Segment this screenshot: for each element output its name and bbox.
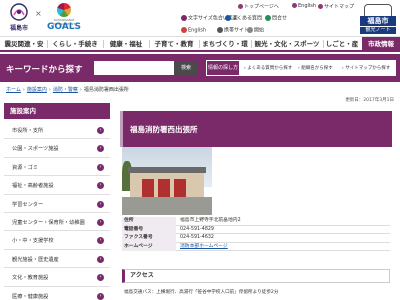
main-content: 福島消防署西出張所 住所 福島市上野寺字北前畠地内2 電話番号 024-591-… <box>120 103 392 300</box>
chevron-right-icon: › <box>97 163 104 171</box>
tourism-banner-sub: 観光ノート <box>360 27 396 34</box>
chevron-right-icon: › <box>97 274 104 282</box>
breadcrumb-fire-police[interactable]: 消防・警察 <box>53 87 78 93</box>
sidebar-item[interactable]: 福祉・高齢者施設 › <box>4 176 110 195</box>
sdgs-goals-text: GOALS <box>47 22 81 32</box>
chevron-right-icon: › <box>97 237 104 245</box>
search-bar: キーワードから探す 検索 情報の探し方 › よくある質問から探す › 組織名から… <box>0 54 400 82</box>
page-title-bar: 福島消防署西出張所 <box>120 111 392 147</box>
table-row: ファクス番号 024-591-4632 <box>122 234 390 243</box>
homepage-link[interactable]: 消防本部ホームページ <box>180 243 228 252</box>
sidebar-item[interactable]: 小・中・支援学校 › <box>4 231 110 250</box>
table-row: 電話番号 024-591-4829 <box>122 225 390 235</box>
search-title: キーワードから探す <box>6 65 83 75</box>
contact-icon <box>265 15 271 21</box>
breadcrumb-facilities[interactable]: 施設案内 <box>27 87 47 93</box>
page-title: 福島消防署西出張所 <box>130 125 198 134</box>
sidebar: 施設案内 市役所・支所 › 公園・スポーツ施設 › 資源・ゴミ › 福祉・高齢者施設 ›… <box>4 103 110 300</box>
chevron-right-icon: › <box>97 292 104 300</box>
sidebar-item[interactable]: 児童センター・保育所・幼稚園 › <box>4 212 110 232</box>
mobile-icon <box>217 27 223 33</box>
city-logo[interactable]: 福島市 <box>4 3 34 33</box>
find-methods-label: 情報の探し方 <box>206 60 240 76</box>
nav-life[interactable]: くらし・手続き <box>48 37 102 51</box>
fire-station-photo <box>122 147 212 215</box>
tool-contact[interactable]: 問合せ <box>265 15 287 22</box>
globe-icon <box>181 27 187 33</box>
access-heading: アクセス <box>122 269 390 283</box>
sdg-wheel-icon <box>57 3 71 17</box>
sidebar-item[interactable]: 文化・教育施設 › <box>4 268 110 287</box>
sdgs-logo: SUSTAINABLE DEVELOPMENT GOALS <box>45 3 83 33</box>
sidebar-item[interactable]: 医療・健康施設 › <box>4 286 110 300</box>
info-key: 住所 <box>122 217 176 226</box>
nav-tourism[interactable]: 観光・文化・スポーツ <box>252 37 322 51</box>
tool-mobile[interactable]: 携帯サイト <box>217 27 249 34</box>
tool-faq[interactable]: よくある質問 <box>225 15 262 22</box>
breadcrumb-current: 福島消防署西出張所 <box>83 87 129 93</box>
tourism-banner-title: 福島市 <box>360 16 396 26</box>
sidebar-list: 市役所・支所 › 公園・スポーツ施設 › 資源・ゴミ › 福祉・高齢者施設 › 学習セン… <box>4 121 110 300</box>
table-row: ホームページ 消防本部ホームページ <box>122 242 390 252</box>
chevron-right-icon: › <box>97 145 104 153</box>
logo-separator: × <box>35 9 42 18</box>
chevron-right-icon: › <box>97 218 104 226</box>
info-value: 024-591-4632 <box>180 235 214 241</box>
nav-children[interactable]: 子育て・教育 <box>150 37 198 51</box>
search-input[interactable] <box>94 61 174 75</box>
city-emblem-icon <box>10 3 28 21</box>
city-name: 福島市 <box>9 25 28 32</box>
speaker-icon <box>247 27 253 33</box>
textsize-icon <box>181 15 187 21</box>
access-text: 福島交通バス：上横堀行、高湯行「笹谷中学校入口前」停留所より徒歩2分 <box>124 290 279 295</box>
info-value: 024-591-4829 <box>180 226 214 232</box>
search-button[interactable]: 検索 <box>174 61 198 75</box>
chevron-right-icon: › <box>97 255 104 263</box>
chevron-right-icon: › <box>97 182 104 190</box>
breadcrumb-home[interactable]: ホーム <box>6 87 21 93</box>
site-header: 福島市 × SUSTAINABLE DEVELOPMENT GOALS トップペ… <box>0 0 400 36</box>
find-link-org[interactable]: › 組織名から探す <box>298 65 333 71</box>
tool-english[interactable]: English <box>181 27 206 34</box>
sidebar-title: 施設案内 <box>4 103 110 119</box>
tool-start[interactable]: 開始 <box>247 27 264 34</box>
top-link-english[interactable]: English <box>292 3 316 9</box>
facility-info-table: 住所 福島市上野寺字北前畠地内2 電話番号 024-591-4829 ファクス番… <box>122 217 390 252</box>
table-row: 住所 福島市上野寺字北前畠地内2 <box>122 217 390 226</box>
info-key: ファクス番号 <box>122 234 176 243</box>
sidebar-item[interactable]: 学習センター › <box>4 194 110 213</box>
sidebar-item[interactable]: 公園・スポーツ施設 › <box>4 139 110 158</box>
nav-town[interactable]: まちづくり・環境 <box>200 37 250 62</box>
top-link-sitemap[interactable]: サイトマップ <box>318 3 354 10</box>
info-key: 電話番号 <box>122 225 176 235</box>
nav-health[interactable]: 健康・福祉 <box>104 37 148 51</box>
top-link-home[interactable]: トップページへ <box>238 3 279 10</box>
nav-disaster[interactable]: 震災関連・安全 <box>2 37 46 62</box>
sidebar-item[interactable]: 観光施設・歴史遺産 › <box>4 249 110 269</box>
global-nav: 震災関連・安全 くらし・手続き 健康・福祉 子育て・教育 まちづくり・環境 観光… <box>0 36 400 62</box>
nav-city-info[interactable]: 市政情報 <box>362 37 400 51</box>
chevron-right-icon: › <box>97 127 104 134</box>
find-link-faq[interactable]: › よくある質問から探す <box>244 65 292 71</box>
faq-icon <box>225 15 231 21</box>
info-value: 福島市上野寺字北前畠地内2 <box>180 218 241 223</box>
chevron-right-icon: › <box>97 200 104 208</box>
breadcrumb: ホーム › 施設案内 › 消防・警察 › 福島消防署西出張所 <box>6 87 129 93</box>
sidebar-item[interactable]: 資源・ゴミ › <box>4 157 110 177</box>
find-methods: 情報の探し方 › よくある質問から探す › 組織名から探す › サイトマップから… <box>206 60 396 76</box>
sidebar-item[interactable]: 市役所・支所 › <box>4 121 110 140</box>
find-link-sitemap[interactable]: › サイトマップから探す <box>342 65 390 71</box>
nav-work[interactable]: しごと・産業 <box>324 37 360 62</box>
info-key: ホームページ <box>122 242 176 252</box>
tourism-banner[interactable]: 福島市 観光ノート <box>356 2 398 36</box>
